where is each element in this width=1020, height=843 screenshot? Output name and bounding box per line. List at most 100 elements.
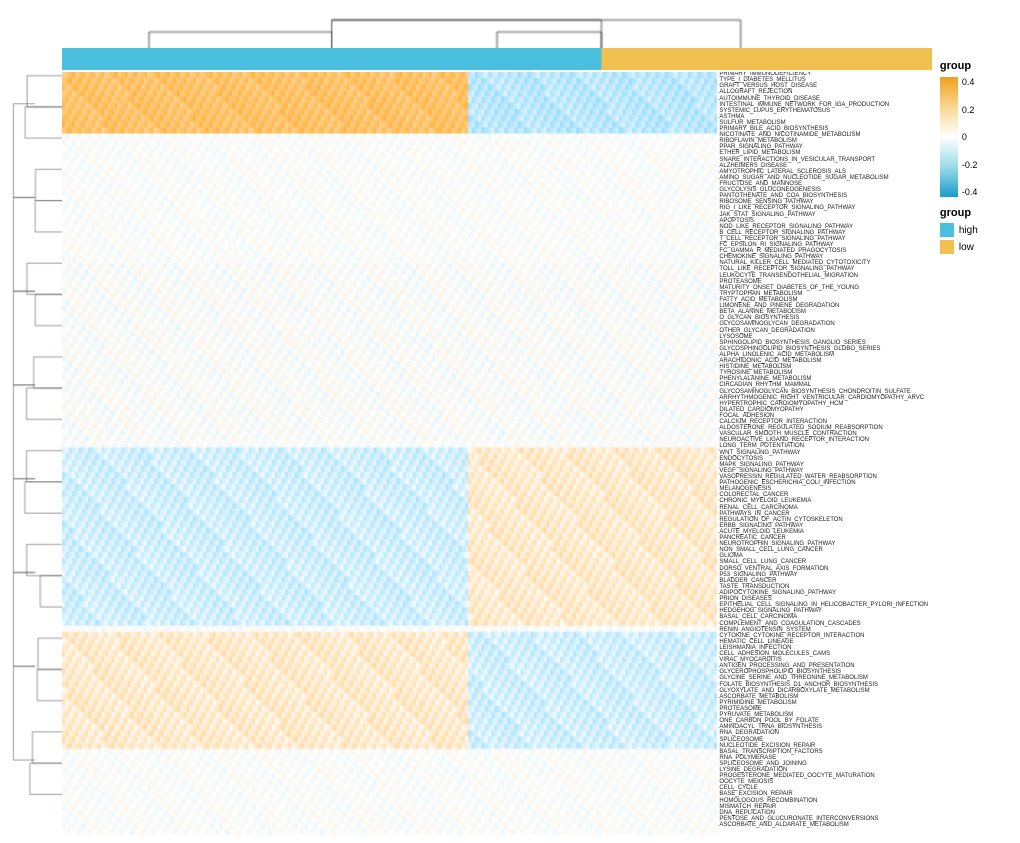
row-label: PROGESTERONE_MEDIATED_OOCYTE_MATURATION <box>719 773 874 779</box>
main-container: PRIMARY_IMMUNODEFICIENCYTYPE_I_DIABETES_… <box>0 0 1020 843</box>
row-label: LYSOSOME <box>719 334 752 340</box>
row-label: HYPERTROPHIC_CARDIOMYOPATHY_HCM <box>719 401 843 407</box>
row-label: PENTOSE_AND_GLUCURONATE_INTERCONVERSIONS <box>719 816 878 822</box>
row-label: RIBOSOME_SENSING_PATHWAY <box>719 199 813 205</box>
row-label: BASAL_CELL_CARCINOMA <box>719 614 797 620</box>
legend-panel: group 0.4 0.2 0 -0.2 -0.4 group highlow <box>932 8 1020 835</box>
row-label: LEUKOCYTE_TRANSENDOTHELIAL_MIGRATION <box>719 273 858 279</box>
legend-group-title: group <box>940 60 1020 72</box>
row-label: HEMATIC_CELL_LINEAGE <box>719 639 793 645</box>
row-label: VASCULAR_SMOOTH_MUSCLE_CONTRACTION <box>719 431 856 437</box>
row-label: EPITHELIAL_CELL_SIGNALING_IN_HELICOBACTE… <box>719 602 928 608</box>
row-label: NATURAL_KILLER_CELL_MEDIATED_CYTOTOXICIT… <box>719 260 870 266</box>
row-label: B_CELL_RECEPTOR_SIGNALING_PATHWAY <box>719 230 845 236</box>
row-label: NICOTINATE_AND_NICOTINAMIDE_METABOLISM <box>719 132 860 138</box>
top-dendrogram <box>62 8 932 48</box>
row-label: DNA_REPLICATION <box>719 810 775 816</box>
row-label: RNA_POLYMERASE <box>719 755 776 761</box>
row-label: ACUTE_MYELOID_LEUKEMIA <box>719 529 803 535</box>
row-label: MELANOGENESIS <box>719 486 771 492</box>
row-label: ALDOSTERONE_REGULATED_SODIUM_REABSORPTIO… <box>719 425 882 431</box>
row-label: AMINOACYL_TRNA_BIOSYNTHESIS <box>719 724 822 730</box>
row-label: AMINO_SUGAR_AND_NUCLEOTIDE_SUGAR_METABOL… <box>719 175 888 181</box>
row-label: SYSTEMIC_LUPUS_ERYTHEMATOSUS <box>719 108 830 114</box>
row-label: REGULATION_OF_ACTIN_CYTOSKELETON <box>719 517 842 523</box>
row-label: SPLICEOSOME <box>719 737 763 743</box>
row-label: TRYPTOPHAN_METABOLISM <box>719 291 802 297</box>
row-label: OOCYTE_MEIOSIS <box>719 779 773 785</box>
heatmap <box>62 72 718 835</box>
row-label: COMPLEMENT_AND_COAGULATION_CASCADES <box>719 621 860 627</box>
row-label: FOCAL_ADHESION <box>719 413 774 419</box>
row-label: MISMATCH_REPAIR <box>719 804 776 810</box>
row-label: GLYOXYLATE_AND_DICARBOXYLATE_METABOLISM <box>719 688 869 694</box>
row-label: CHRONIC_MYELOID_LEUKEMIA <box>719 498 811 504</box>
row-label: TASTE_TRANSDUCTION <box>719 584 789 590</box>
row-label: NON_SMALL_CELL_LUNG_CANCER <box>719 547 822 553</box>
row-label: BASE_EXCISION_REPAIR <box>719 791 792 797</box>
row-label: PYRIMIDINE_METABOLISM <box>719 700 796 706</box>
row-label: ARRHYTHMOGENIC_RIGHT_VENTRICULAR_CARDIOM… <box>719 395 924 401</box>
group-legend-title: group <box>940 207 1020 219</box>
row-label: MATURITY_ONSET_DIABETES_OF_THE_YOUNG <box>719 285 859 291</box>
colorbar-label-0: 0 <box>962 132 978 142</box>
row-label: LEISHMANIA_INFECTION <box>719 645 791 651</box>
left-dendrogram <box>8 60 62 835</box>
row-label: CELL_ADHESION_MOLECULES_CAMS <box>719 651 830 657</box>
row-label: GLIOMA <box>719 553 742 559</box>
row-label: VASOPRESSIN_REGULATED_WATER_REABSORPTION <box>719 474 876 480</box>
row-label: RNA_DEGRADATION <box>719 730 779 736</box>
legend-item-high: high <box>940 223 1020 237</box>
legend-items: highlow <box>940 223 1020 254</box>
row-label: PATHOGENIC_ESCHERICHIA_COLI_INFECTION <box>719 480 855 486</box>
row-label: ADIPOCYTOKINE_SIGNALING_PATHWAY <box>719 590 836 596</box>
row-label: APOPTOSIS <box>719 218 754 224</box>
row-label: NEUROACTIVE_LIGAND_RECEPTOR_INTERACTION <box>719 437 869 443</box>
row-label: LONG_TERM_POTENTIATION <box>719 443 804 449</box>
row-label: ONE_CARBON_POOL_BY_FOLATE <box>719 718 819 724</box>
row-label: ARACHIDONIC_ACID_METABOLISM <box>719 358 821 364</box>
row-label: PANCREATIC_CANCER <box>719 535 785 541</box>
row-label: MAPK_SIGNALING_PATHWAY <box>719 462 803 468</box>
row-label: PANTOTHENATE_AND_COA_BIOSYNTHESIS <box>719 193 847 199</box>
row-label: SNARE_INTERACTIONS_IN_VESICULAR_TRANSPOR… <box>719 157 875 163</box>
row-label: LIMONENE_AND_PINENE_DEGRADATION <box>719 303 839 309</box>
row-label: BASAL_TRANSCRIPTION_FACTORS <box>719 749 822 755</box>
row-label: ALLOGRAFT_REJECTION <box>719 89 792 95</box>
row-label: JAK_STAT_SIGNALING_PATHWAY <box>719 212 815 218</box>
row-label: CIRCADIAN_RHYTHM_MAMMAL <box>719 382 811 388</box>
row-label: T_CELL_RECEPTOR_SIGNALING_PATHWAY <box>719 236 845 242</box>
row-label: PRIMARY_BILE_ACID_BIOSYNTHESIS <box>719 126 828 132</box>
row-label: NEUROTROPHIN_SIGNALING_PATHWAY <box>719 541 835 547</box>
row-label: GRAFT_VERSUS_HOST_DISEASE <box>719 83 817 89</box>
row-label: AMYOTROPHIC_LATERAL_SCLEROSIS_ALS <box>719 169 846 175</box>
row-label: GLYCINE_SERINE_AND_THREONINE_METABOLISM <box>719 675 867 681</box>
row-label: PROTEASOME <box>719 279 761 285</box>
row-label: VEGF_SIGNALING_PATHWAY <box>719 468 803 474</box>
row-label: PHENYLALANINE_METABOLISM <box>719 376 811 382</box>
row-labels-panel: PRIMARY_IMMUNODEFICIENCYTYPE_I_DIABETES_… <box>717 72 931 829</box>
colorbar-label-n04: -0.4 <box>962 187 978 197</box>
colorbar-label-02: 0.2 <box>962 105 978 115</box>
row-label: AUTOIMMUNE_THYROID_DISEASE <box>719 96 820 102</box>
colorbar-label-n02: -0.2 <box>962 160 978 170</box>
row-label: COLORECTAL_CANCER <box>719 492 788 498</box>
row-label: CHEMOKINE_SIGNALING_PATHWAY <box>719 254 823 260</box>
row-label: CYTOKINE_CYTOKINE_RECEPTOR_INTERACTION <box>719 633 864 639</box>
row-label: RENIN_ANGIOTENSIN_SYSTEM <box>719 627 810 633</box>
row-label: GLYCEROPHOSPHOLIPID_BIOSYNTHESIS <box>719 669 841 675</box>
colorbar <box>940 77 958 197</box>
row-label: ENDOCYTOSIS <box>719 456 763 462</box>
row-label: PATHWAYS_IN_CANCER <box>719 511 789 517</box>
row-label: TYROSINE_METABOLISM <box>719 370 792 376</box>
row-label: NUCLEOTIDE_EXCISION_REPAIR <box>719 743 815 749</box>
row-label: PRION_DISEASES <box>719 596 771 602</box>
row-label: P53_SIGNALING_PATHWAY <box>719 572 797 578</box>
row-label: RIBOFLAVIN_METABOLISM <box>719 138 796 144</box>
row-label: TYPE_I_DIABETES_MELLITUS <box>719 77 805 83</box>
row-label: ASTHMA <box>719 114 744 120</box>
row-label: TOLL_LIKE_RECEPTOR_SIGNALING_PATHWAY <box>719 266 854 272</box>
row-label: GLYCOSPHINGOLIPID_BIOSYNTHESIS_GLOBO_SER… <box>719 346 880 352</box>
row-label: ASCORBATE_AND_ALDARATE_METABOLISM <box>719 822 848 828</box>
row-label: SPHINGOLIPID_BIOSYNTHESIS_GANGLIO_SERIES <box>719 340 865 346</box>
